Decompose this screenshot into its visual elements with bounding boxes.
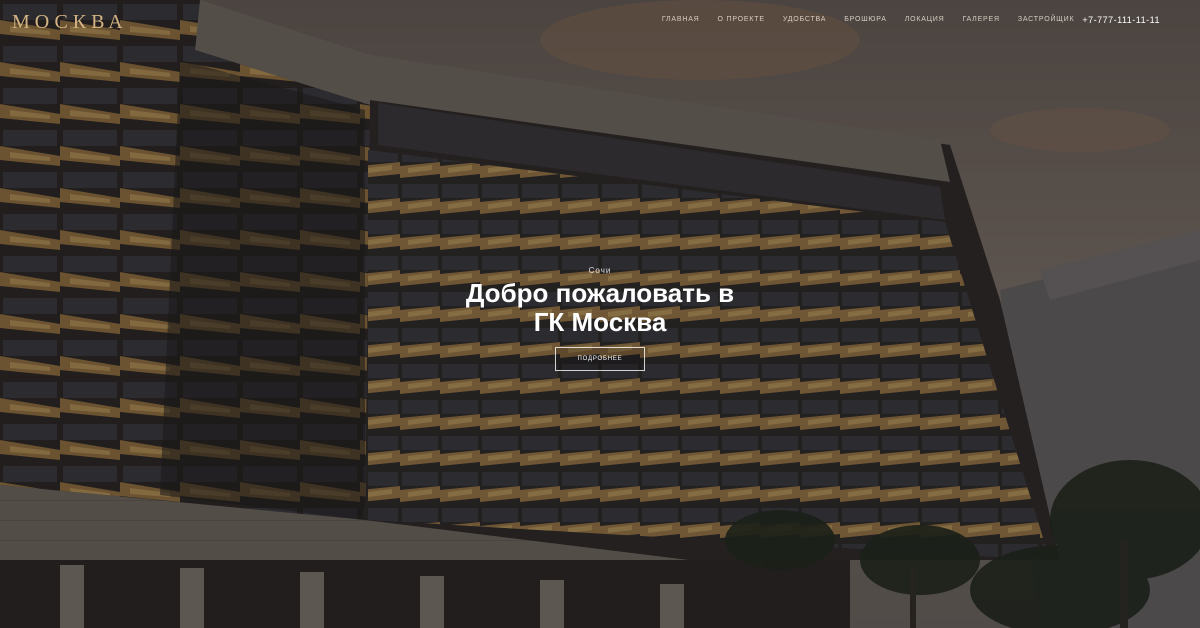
main-nav: ГЛАВНАЯ О ПРОЕКТЕ УДОБСТВА БРОШЮРА ЛОКАЦ… [644,12,1160,28]
nav-item-gallery[interactable]: ГАЛЕРЕЯ [962,12,999,28]
nav-item-home[interactable]: ГЛАВНАЯ [662,12,700,28]
hero-title-line2: ГК Москва [533,307,667,337]
brand-name: МОСКВА [12,11,128,33]
nav-item-about[interactable]: О ПРОЕКТЕ [718,12,765,28]
hero-title-line1: Добро пожаловать в [465,278,735,308]
hero-content: Сочи Добро пожаловать в ГК Москва ПОДРОБ… [0,266,1200,371]
nav-item-amenities[interactable]: УДОБСТВА [783,12,826,28]
nav-item-developer[interactable]: ЗАСТРОЙЩИК [1018,12,1075,28]
nav-item-brochure[interactable]: БРОШЮРА [844,12,887,28]
phone-link[interactable]: +7-777-111-11-11 [1082,12,1160,28]
brand-logo[interactable]: МОСКВА [12,2,128,34]
brand-tagline [12,2,128,10]
nav-item-location[interactable]: ЛОКАЦИЯ [905,12,945,28]
hero-title: Добро пожаловать в ГК Москва [0,279,1200,337]
hero-city: Сочи [588,266,612,275]
more-button[interactable]: ПОДРОБНЕЕ [555,347,645,371]
site-header: МОСКВА ГЛАВНАЯ О ПРОЕКТЕ УДОБСТВА БРОШЮР… [0,0,1200,44]
